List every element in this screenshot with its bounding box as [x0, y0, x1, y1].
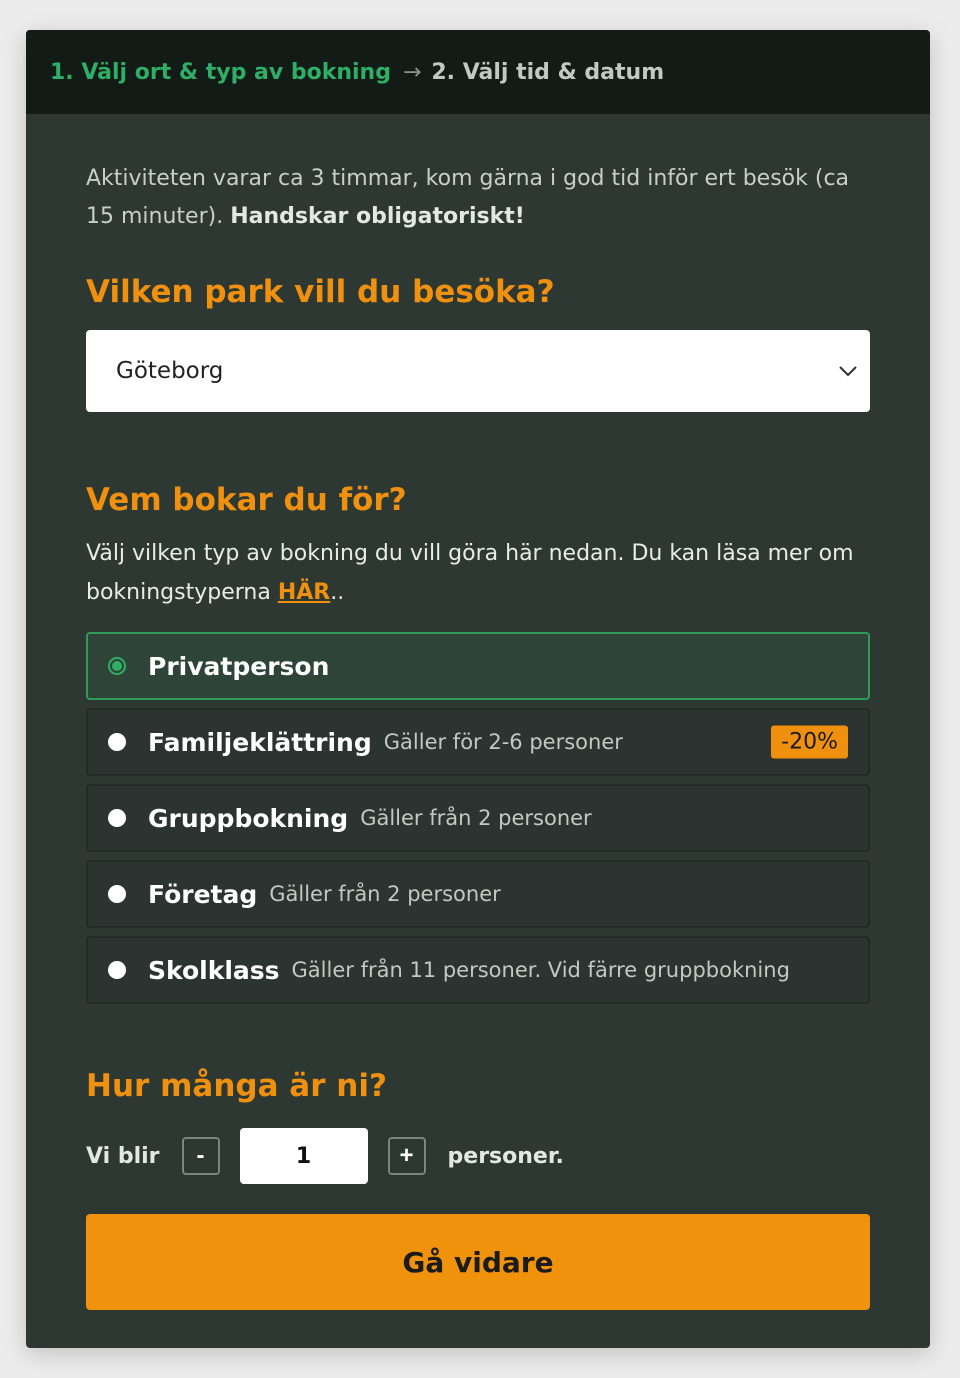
radio-icon[interactable] — [108, 733, 126, 751]
arrow-right-icon: → — [402, 59, 422, 85]
radio-icon[interactable] — [108, 809, 126, 827]
decrement-button[interactable]: - — [181, 1137, 220, 1175]
park-heading: Vilken park vill du besöka? — [86, 274, 555, 310]
option-skolklass[interactable]: Skolklass Gäller från 11 personer. Vid f… — [86, 936, 870, 1004]
radio-icon[interactable] — [108, 885, 126, 903]
desc-trailing: .. — [330, 580, 345, 605]
step-2-label: 2. Välj tid & datum — [431, 59, 665, 85]
intro-gloves-note: Handskar obligatoriskt! — [230, 204, 525, 229]
option-label: Gruppbokning — [148, 803, 349, 833]
option-sublabel: Gäller från 11 personer. Vid färre grupp… — [291, 958, 790, 982]
option-label: Företag — [148, 879, 258, 909]
discount-badge: -20% — [771, 725, 848, 759]
count-heading: Hur många är ni? — [86, 1068, 387, 1104]
park-select-value: Göteborg — [116, 358, 224, 384]
booking-card: 1. Välj ort & typ av bokning → 2. Välj t… — [26, 30, 930, 1348]
read-more-link[interactable]: HÄR — [278, 580, 330, 605]
radio-selected-icon[interactable] — [108, 657, 126, 675]
booking-type-heading: Vem bokar du för? — [86, 482, 407, 518]
chevron-down-icon — [834, 357, 862, 385]
option-label: Skolklass — [148, 955, 280, 985]
quantity-input[interactable] — [239, 1128, 368, 1184]
option-sublabel: Gäller från 2 personer — [360, 806, 592, 830]
quantity-stepper: Vi blir - + personer. — [86, 1128, 870, 1184]
booking-type-desc-text: Välj vilken typ av bokning du vill göra … — [86, 541, 854, 605]
continue-button[interactable]: Gå vidare — [86, 1214, 870, 1310]
radio-icon[interactable] — [108, 961, 126, 979]
booking-type-description: Välj vilken typ av bokning du vill göra … — [86, 534, 870, 612]
step-1-label[interactable]: 1. Välj ort & typ av bokning — [50, 60, 391, 85]
step-breadcrumb: 1. Välj ort & typ av bokning → 2. Välj t… — [26, 30, 930, 114]
option-privatperson[interactable]: Privatperson — [86, 632, 870, 700]
park-select[interactable]: Göteborg — [86, 330, 870, 412]
counter-prefix: Vi blir — [86, 1143, 160, 1169]
option-gruppbokning[interactable]: Gruppbokning Gäller från 2 personer — [86, 784, 870, 852]
option-sublabel: Gäller för 2-6 personer — [383, 730, 623, 754]
intro-text: Aktiviteten varar ca 3 timmar, kom gärna… — [86, 160, 870, 236]
option-label: Familjeklättring — [148, 727, 372, 757]
increment-button[interactable]: + — [387, 1137, 426, 1175]
option-familjeklattring[interactable]: Familjeklättring Gäller för 2-6 personer… — [86, 708, 870, 776]
counter-suffix: personer. — [447, 1143, 564, 1169]
option-sublabel: Gäller från 2 personer — [269, 882, 501, 906]
option-foretag[interactable]: Företag Gäller från 2 personer — [86, 860, 870, 928]
booking-type-options: Privatperson Familjeklättring Gäller för… — [86, 632, 870, 1004]
option-label: Privatperson — [148, 651, 330, 681]
